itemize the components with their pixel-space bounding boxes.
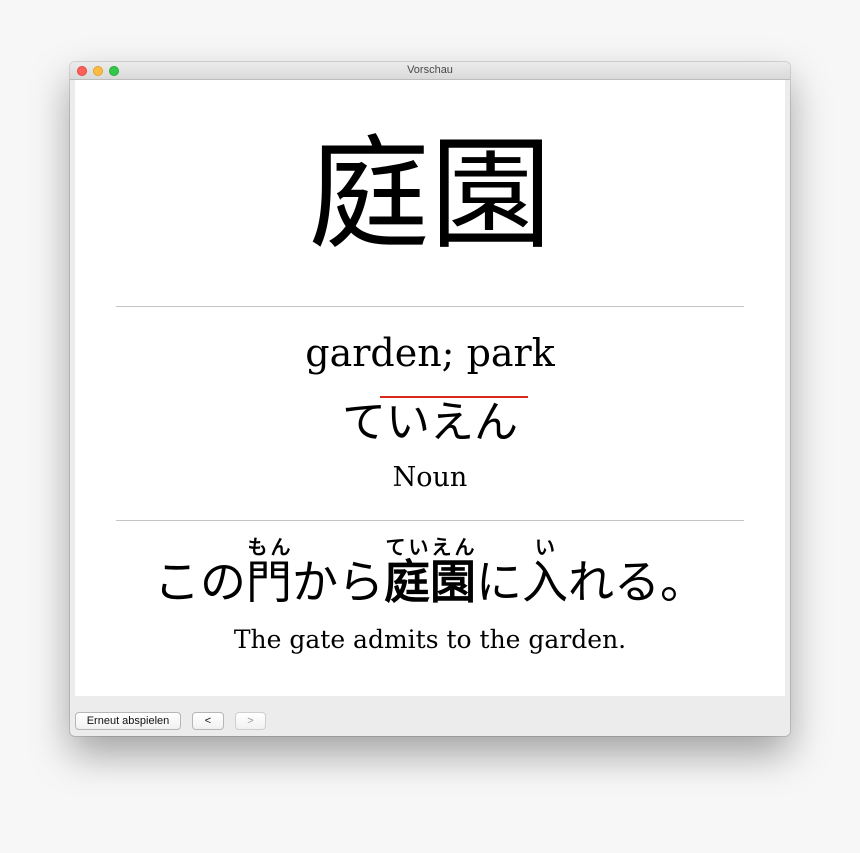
- sentence-text: れる。: [568, 555, 706, 609]
- divider: [116, 520, 744, 521]
- divider: [116, 306, 744, 307]
- card-meaning: garden; park: [305, 331, 555, 375]
- furigana: もん: [246, 535, 292, 559]
- furigana: い: [522, 535, 568, 559]
- title-bar[interactable]: Vorschau: [70, 62, 790, 80]
- example-sentence: この門もんから庭園ていえんに入いれる。: [75, 535, 785, 605]
- card-reading: ていえん: [342, 397, 518, 448]
- sentence-word-mon: 門もん: [246, 535, 292, 609]
- replay-button[interactable]: Erneut abspielen: [75, 712, 181, 730]
- sentence-text: から: [292, 555, 384, 609]
- window-title: Vorschau: [407, 64, 453, 76]
- furigana: ていえん: [384, 535, 476, 559]
- preview-window: Vorschau 庭園 garden; park ていえん Noun この門もん…: [70, 62, 790, 736]
- card-preview: 庭園 garden; park ていえん Noun この門もんから庭園ていえんに…: [75, 80, 785, 696]
- next-button[interactable]: >: [235, 712, 266, 730]
- sentence-text: に: [476, 555, 522, 609]
- previous-button[interactable]: <: [192, 712, 224, 730]
- sentence-text: この: [154, 555, 246, 609]
- sentence-target-word: 庭園ていえん: [384, 535, 476, 609]
- sentence-translation: The gate admits to the garden.: [233, 625, 627, 654]
- sentence-word-iru: 入い: [522, 535, 568, 609]
- part-of-speech: Noun: [392, 462, 468, 493]
- card-kanji: 庭園: [308, 124, 552, 266]
